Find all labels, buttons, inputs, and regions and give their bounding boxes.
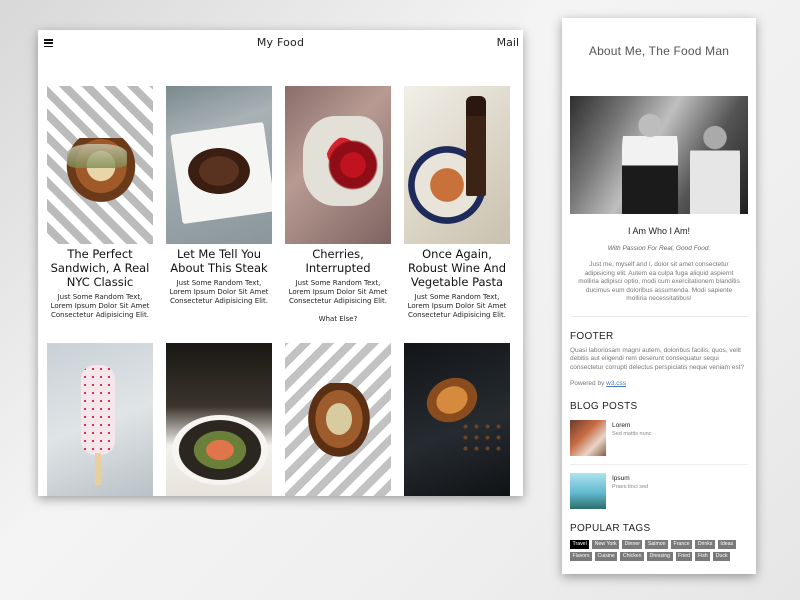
footer-text: Quasi laboriosam magni autem, doloribus … [570, 346, 745, 371]
tag-dinner[interactable]: Dinner [622, 540, 643, 549]
card-title: Cherries, Interrupted [305, 247, 371, 275]
top-bar: My Food Mail [38, 30, 523, 56]
card-text: Just Some Random Text, Lorem Ipsum Dolor… [407, 293, 507, 319]
card-title: Once Again, Robust Wine And Vegetable Pa… [407, 247, 507, 289]
w3css-link[interactable]: w3.css [606, 380, 626, 387]
about-text: Just me, myself and I, dolor sit amet co… [578, 261, 740, 302]
powered-by: Powered by w3.css [570, 380, 748, 387]
cherries-photo[interactable] [285, 86, 391, 244]
food-card-salmon[interactable] [166, 343, 272, 496]
tag-ideas[interactable]: Ideas [717, 540, 736, 549]
food-blog-window: My Food Mail The Perfect Sandwich, A Rea… [38, 30, 523, 496]
blog-posts-heading: BLOG POSTS [570, 401, 638, 412]
post-title[interactable]: Ipsum [612, 475, 648, 482]
powered-by-label: Powered by [570, 380, 605, 387]
food-card-sandwich[interactable]: The Perfect Sandwich, A Real NYC Classic… [47, 86, 153, 320]
tag-fried[interactable]: Fried [675, 552, 693, 561]
card-extra-text: What Else? [318, 315, 358, 323]
card-text: Just Some Random Text, Lorem Ipsum Dolor… [50, 293, 150, 319]
food-card-pasta[interactable]: Once Again, Robust Wine And Vegetable Pa… [404, 86, 510, 320]
card-title: Let Me Tell You About This Steak [170, 247, 268, 275]
card-title: The Perfect Sandwich, A Real NYC Classic [50, 247, 150, 289]
divider [570, 464, 748, 465]
about-side-panel: About Me, The Food Man I Am Who I Am! Wi… [562, 18, 756, 574]
tag-chicken[interactable]: Chicken [620, 552, 645, 561]
tag-cuisine[interactable]: Cuisine [595, 552, 618, 561]
tag-duck[interactable]: Duck [713, 552, 731, 561]
pasta-wine-photo[interactable] [404, 86, 510, 244]
card-text: Just Some Random Text, Lorem Ipsum Dolor… [169, 279, 269, 305]
site-title: My Food [256, 36, 305, 49]
tag-dressing[interactable]: Dressing [647, 552, 673, 561]
tag-travel[interactable]: Travel [570, 540, 590, 549]
post-subtitle: Sed mattis nunc [612, 431, 652, 437]
sandwich-photo[interactable] [47, 86, 153, 244]
tag-salmon[interactable]: Salmon [645, 540, 669, 549]
side-header-title: About Me, The Food Man [588, 44, 730, 58]
food-card-steak[interactable]: Let Me Tell You About This Steak Just So… [166, 86, 272, 306]
popsicle-photo[interactable] [47, 343, 153, 496]
footer-heading: FOOTER [570, 330, 614, 342]
about-heading: I Am Who I Am! [627, 226, 690, 236]
food-card-sandwich-2[interactable] [285, 343, 391, 496]
tag-list: Travel New York Dinner Salmon France Dri… [570, 540, 748, 561]
post-thumbnail[interactable] [570, 420, 606, 456]
tag-fish[interactable]: Fish [695, 552, 711, 561]
blog-post-item[interactable]: Lorem Sed mattis nunc [570, 420, 756, 456]
tag-drinks[interactable]: Drinks [695, 540, 715, 549]
croissant-photo[interactable] [404, 343, 510, 496]
card-text: Just Some Random Text, Lorem Ipsum Dolor… [288, 279, 388, 305]
chef-photo [570, 96, 748, 214]
tag-france[interactable]: France [671, 540, 693, 549]
about-subheading: With Passion For Real, Good Food. [607, 245, 711, 252]
sandwich-photo[interactable] [285, 343, 391, 496]
food-card-croissant[interactable] [404, 343, 510, 496]
blog-post-item[interactable]: Ipsum Praes tinci sed [570, 473, 756, 509]
food-card-cherries[interactable]: Cherries, Interrupted Just Some Random T… [285, 86, 391, 323]
steak-photo[interactable] [166, 86, 272, 244]
popular-tags-heading: POPULAR TAGS [570, 523, 651, 534]
salmon-dish-photo[interactable] [166, 343, 272, 496]
divider [570, 315, 748, 317]
mail-link[interactable]: Mail [497, 36, 519, 49]
post-subtitle: Praes tinci sed [612, 484, 649, 490]
tag-new-york[interactable]: New York [592, 540, 620, 549]
tag-flavors[interactable]: Flavors [570, 552, 593, 561]
post-thumbnail[interactable] [570, 473, 606, 509]
post-title[interactable]: Lorem [612, 422, 651, 429]
food-card-popsicle[interactable] [47, 343, 153, 496]
